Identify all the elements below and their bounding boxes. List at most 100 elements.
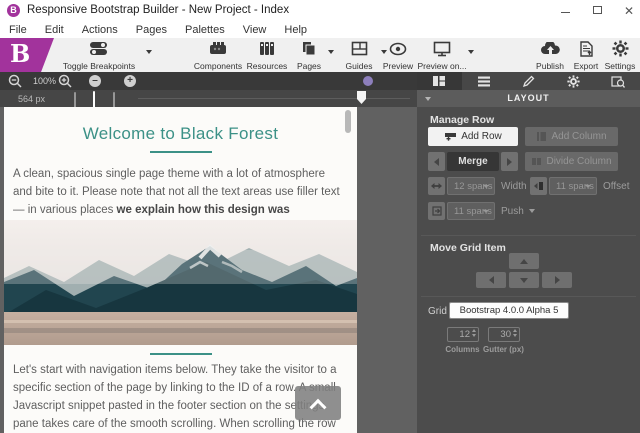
columns-down-icon[interactable] (472, 334, 476, 337)
tab-edit[interactable] (506, 72, 551, 90)
inspect-icon (611, 75, 625, 88)
resources-button[interactable]: Resources (243, 40, 291, 71)
panel-section-header[interactable]: LAYOUT (417, 90, 640, 107)
design-canvas[interactable]: Welcome to Black Forest A clean, spaciou… (4, 107, 357, 433)
gutter-stepper[interactable]: 30 (488, 327, 520, 342)
app-logo-icon: B (7, 4, 20, 17)
breakpoint-slider-handle[interactable] (363, 76, 373, 86)
canvas-scrollbar-thumb[interactable] (345, 110, 351, 133)
maximize-icon (593, 6, 602, 14)
menu-file[interactable]: File (0, 24, 36, 36)
width-select-caret-icon (483, 185, 489, 188)
preview-on-label: Preview on... (417, 61, 466, 71)
menu-help[interactable]: Help (275, 24, 316, 36)
toggle-breakpoints-button[interactable]: Toggle Breakpoints (58, 40, 140, 71)
columns-stepper[interactable]: 12 (447, 327, 479, 342)
menu-palettes[interactable]: Palettes (176, 24, 234, 36)
move-up-button[interactable] (509, 253, 539, 269)
width-icon-button[interactable] (428, 177, 445, 195)
width-spans-select[interactable]: 12 spans (447, 177, 495, 195)
push-caret-icon[interactable] (529, 209, 535, 213)
add-row-button[interactable]: Add Row (428, 127, 518, 146)
offset-icon-button[interactable] (530, 177, 547, 195)
zoom-level: 100% (33, 76, 56, 86)
merge-button[interactable]: Merge (447, 152, 499, 171)
offset-select-caret-icon (585, 185, 591, 188)
merge-left-button[interactable] (428, 152, 445, 171)
preview-on-caret-icon[interactable] (468, 50, 474, 54)
add-column-label: Add Column (551, 131, 606, 142)
components-button[interactable]: Components (190, 40, 246, 71)
width-arrows-icon (431, 182, 442, 190)
toggle-breakpoints-label: Toggle Breakpoints (63, 61, 135, 71)
panel-gear-icon (567, 75, 580, 88)
framework-select[interactable]: Bootstrap 4.0.0 Alpha 5 (449, 302, 569, 319)
maximize-button[interactable] (582, 0, 612, 22)
divide-column-label: Divide Column (546, 156, 611, 167)
move-left-button[interactable] (476, 272, 506, 288)
add-row-icon (444, 132, 457, 142)
arrow-up-icon (520, 259, 528, 264)
pages-button[interactable]: Pages (292, 40, 326, 71)
push-select-caret-icon (483, 210, 489, 213)
list-icon (477, 76, 491, 87)
arrow-right-icon (555, 276, 560, 284)
add-row-label: Add Row (461, 131, 502, 142)
toggle-breakpoints-caret-icon[interactable] (146, 50, 152, 54)
menu-view[interactable]: View (234, 24, 276, 36)
columns-up-icon[interactable] (472, 329, 476, 332)
pages-caret-icon[interactable] (328, 50, 334, 54)
publish-label: Publish (536, 61, 564, 71)
main-toolbar: B Toggle Breakpoints Components Resource… (0, 38, 640, 72)
increase-width-button[interactable]: + (124, 75, 136, 87)
arrow-left-icon (489, 276, 494, 284)
divide-column-button[interactable]: Divide Column (525, 152, 618, 171)
merge-right-button[interactable] (501, 152, 518, 171)
export-button[interactable]: Export (570, 40, 602, 71)
guides-label: Guides (346, 61, 373, 71)
layout-panel: Manage Row Add Row Add Column Merge Divi… (417, 107, 640, 433)
tab-layout[interactable] (417, 72, 462, 90)
preview-on-button[interactable]: Preview on... (418, 40, 466, 71)
menu-edit[interactable]: Edit (36, 24, 73, 36)
pages-label: Pages (297, 61, 321, 71)
section-divider (421, 235, 636, 236)
close-icon: ✕ (624, 4, 634, 18)
gutter-down-icon[interactable] (513, 334, 517, 337)
settings-label: Settings (605, 61, 636, 71)
preview-icon (389, 40, 407, 57)
framework-value: Bootstrap 4.0.0 Alpha 5 (460, 305, 559, 316)
ruler-bar: 564 px (0, 90, 417, 107)
move-down-button[interactable] (509, 272, 539, 288)
minimize-button[interactable] (550, 0, 580, 22)
publish-cloud-icon (541, 40, 560, 57)
guides-button[interactable]: Guides (340, 40, 378, 71)
move-right-button[interactable] (542, 272, 572, 288)
offset-label: Offset (603, 181, 630, 192)
publish-button[interactable]: Publish (532, 40, 568, 71)
resources-label: Resources (247, 61, 288, 71)
app-window: B Responsive Bootstrap Builder - New Pro… (0, 0, 640, 433)
tab-structure[interactable] (462, 72, 507, 90)
tab-inspect[interactable] (595, 72, 640, 90)
close-button[interactable]: ✕ (614, 0, 640, 22)
guides-icon (351, 40, 368, 57)
menu-pages[interactable]: Pages (127, 24, 176, 36)
gutter-label: Gutter (px) (476, 345, 531, 354)
push-icon-button[interactable] (428, 202, 445, 220)
decrease-width-button[interactable]: – (89, 75, 101, 87)
columns-value: 12 (448, 329, 470, 340)
components-icon (208, 40, 228, 57)
menu-actions[interactable]: Actions (73, 24, 127, 36)
tab-settings[interactable] (551, 72, 596, 90)
add-column-button[interactable]: Add Column (525, 127, 618, 146)
gutter-up-icon[interactable] (513, 329, 517, 332)
pencil-icon (522, 75, 535, 88)
preview-button[interactable]: Preview (378, 40, 418, 71)
push-spans-select[interactable]: 11 spans (447, 202, 495, 220)
offset-spans-select[interactable]: 11 spans (549, 177, 597, 195)
chevron-up-icon (310, 399, 327, 416)
merge-left-icon (434, 158, 439, 166)
scroll-to-top-button[interactable] (295, 386, 341, 420)
settings-button[interactable]: Settings (602, 40, 638, 71)
